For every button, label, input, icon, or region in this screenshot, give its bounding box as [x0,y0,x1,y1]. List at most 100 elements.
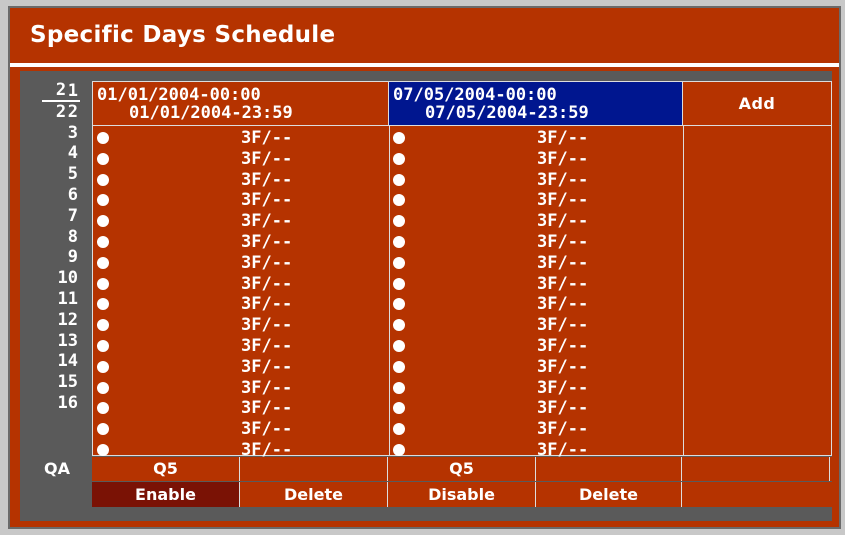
action-empty [682,482,830,507]
list-item[interactable]: 3F/-- [93,128,389,149]
entry-value: 3F/-- [241,231,293,252]
schedule-grid: 01/01/2004-00:00 01/01/2004-23:59 07/05/… [92,81,832,460]
entry-value: 3F/-- [537,398,589,419]
list-item[interactable]: 3F/-- [93,253,389,274]
status-dot-icon [97,256,109,269]
list-item[interactable]: 3F/-- [389,398,683,419]
list-item[interactable]: 3F/-- [93,419,389,440]
list-item[interactable]: 3F/-- [389,419,683,440]
row-number: 14 [57,351,78,372]
delete-button-2[interactable]: Delete [536,482,682,507]
entry-value: 3F/-- [537,356,589,377]
status-dot-icon [97,402,109,415]
list-item[interactable]: 3F/-- [93,378,389,399]
column-header-1[interactable]: 01/01/2004-00:00 01/01/2004-23:59 [93,82,389,125]
list-item[interactable]: 3F/-- [389,294,683,315]
list-item[interactable]: 3F/-- [389,274,683,295]
entry-value: 3F/-- [241,294,293,315]
qa-empty-1 [240,457,388,481]
list-item[interactable]: 3F/-- [389,357,683,378]
entry-value: 3F/-- [241,356,293,377]
list-item[interactable]: 3F/-- [93,211,389,232]
status-dot-icon [393,194,405,207]
status-dot-icon [393,152,405,165]
status-dot-icon [393,298,405,311]
status-dot-icon [97,215,109,228]
list-item[interactable]: 3F/-- [93,398,389,419]
entry-value: 3F/-- [241,315,293,336]
schedule-window: Specific Days Schedule 2 2 1 2 3 4 5 6 7 8 9 10 11… [8,6,841,529]
row-number: 15 [57,372,78,393]
status-dot-icon [393,319,405,332]
range-start-1: 01/01/2004-00:00 [97,85,261,105]
entry-value: 3F/-- [241,335,293,356]
action-row: Enable Delete Disable Delete [92,482,832,507]
entry-value: 3F/-- [537,315,589,336]
row-number: 6 [67,184,78,205]
delete-button-1[interactable]: Delete [240,482,388,507]
entry-value: 3F/-- [537,190,589,211]
qa-empty-2 [536,457,682,481]
list-item[interactable]: 3F/-- [93,274,389,295]
entry-value: 3F/-- [241,419,293,440]
range-end-2: 07/05/2004-23:59 [425,103,589,123]
row-number: 2 [67,101,78,122]
disable-button[interactable]: Disable [388,482,536,507]
row-number: 1 [67,81,78,101]
column-header-2[interactable]: 07/05/2004-00:00 07/05/2004-23:59 [389,82,683,125]
list-item[interactable]: 3F/-- [389,253,683,274]
add-button[interactable]: Add [683,82,831,125]
row-number-list: 1 2 3 4 5 6 7 8 9 10 11 12 13 14 15 16 [20,81,84,414]
row-number: 16 [57,392,78,413]
list-item[interactable]: 3F/-- [93,294,389,315]
entry-value: 3F/-- [537,169,589,190]
list-item[interactable]: 3F/-- [93,232,389,253]
enable-button[interactable]: Enable [92,482,240,507]
status-dot-icon [97,152,109,165]
status-dot-icon [97,360,109,373]
status-dot-icon [393,381,405,394]
status-dot-icon [393,339,405,352]
list-item[interactable]: 3F/-- [389,149,683,170]
list-item[interactable]: 3F/-- [389,232,683,253]
entry-value: 3F/-- [241,252,293,273]
column-divider [683,125,684,455]
entry-value: 3F/-- [537,273,589,294]
list-item[interactable]: 3F/-- [93,315,389,336]
list-item[interactable]: 3F/-- [93,170,389,191]
qa-value-2[interactable]: Q5 [388,457,536,481]
status-dot-icon [393,132,405,144]
entry-value: 3F/-- [241,211,293,232]
list-item[interactable]: 3F/-- [389,190,683,211]
list-item[interactable]: 3F/-- [389,170,683,191]
list-item[interactable]: 3F/-- [389,128,683,149]
row-number: 12 [57,309,78,330]
entry-value: 3F/-- [241,128,293,148]
list-item[interactable]: 3F/-- [93,336,389,357]
list-item[interactable]: 3F/-- [389,315,683,336]
list-item[interactable]: 3F/-- [389,336,683,357]
qa-value-1[interactable]: Q5 [92,457,240,481]
list-item[interactable]: 3F/-- [389,378,683,399]
status-dot-icon [97,194,109,207]
status-dot-icon [97,443,109,456]
status-dot-icon [97,173,109,186]
range-start-2: 07/05/2004-00:00 [393,85,557,105]
range-end-1: 01/01/2004-23:59 [129,103,293,123]
list-item[interactable]: 3F/-- [93,149,389,170]
row-number: 11 [57,288,78,309]
status-dot-icon [393,173,405,186]
status-dot-icon [97,319,109,332]
entry-list-2: 3F/-- 3F/-- 3F/-- 3F/-- 3F/-- 3F/-- 3F/-- 3F/--… [389,128,683,461]
entry-value: 3F/-- [241,190,293,211]
status-dot-icon [393,402,405,415]
entry-value: 3F/-- [537,211,589,232]
list-item[interactable]: 3F/-- [93,357,389,378]
qa-empty-3 [682,457,830,481]
entry-value: 3F/-- [537,252,589,273]
list-item[interactable]: 3F/-- [93,190,389,211]
status-dot-icon [97,235,109,248]
list-item[interactable]: 3F/-- [389,211,683,232]
entry-value: 3F/-- [241,377,293,398]
status-dot-icon [97,381,109,394]
